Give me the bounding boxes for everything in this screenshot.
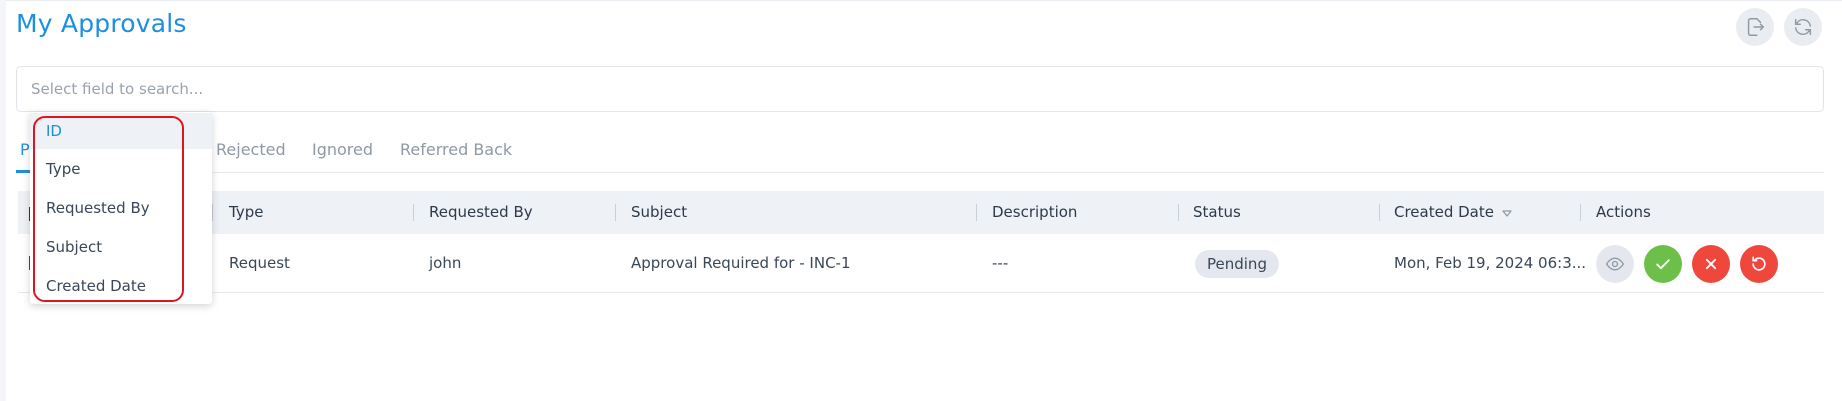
search-field-dropdown: ID Type Requested By Subject Created Dat…: [30, 112, 212, 304]
column-separator: [1379, 204, 1380, 221]
column-separator: [1178, 204, 1179, 221]
dropdown-option-subject[interactable]: Subject: [30, 229, 212, 265]
search-input[interactable]: [16, 66, 1824, 112]
dropdown-option-requested-by[interactable]: Requested By: [30, 190, 212, 226]
export-button[interactable]: [1736, 8, 1774, 46]
undo-icon: [1752, 256, 1766, 271]
top-border: [0, 0, 1842, 1]
close-icon: [1705, 258, 1717, 270]
table-row[interactable]: Request john Approval Required for - INC…: [18, 234, 1824, 293]
export-icon: [1747, 18, 1764, 36]
check-icon: [1656, 259, 1670, 270]
column-separator: [413, 204, 414, 221]
eye-icon: [1605, 257, 1625, 271]
refresh-button[interactable]: [1784, 8, 1822, 46]
view-button[interactable]: [1596, 245, 1634, 283]
column-header-description[interactable]: Description: [992, 191, 1077, 234]
column-separator: [976, 204, 977, 221]
approve-button[interactable]: [1644, 245, 1682, 283]
dropdown-option-id[interactable]: ID: [30, 113, 212, 149]
status-tabs: P Rejected Ignored Referred Back: [16, 140, 1824, 173]
refer-back-button[interactable]: [1740, 245, 1778, 283]
column-header-created-date-label: Created Date: [1394, 203, 1494, 221]
sort-desc-icon: [1502, 209, 1512, 217]
reject-button[interactable]: [1692, 245, 1730, 283]
status-badge: Pending: [1195, 250, 1279, 278]
column-header-status[interactable]: Status: [1193, 191, 1241, 234]
tab-ignored[interactable]: Ignored: [312, 140, 373, 159]
left-gutter: [0, 0, 6, 401]
dropdown-option-type[interactable]: Type: [30, 151, 212, 187]
tab-rejected[interactable]: Rejected: [216, 140, 286, 159]
cell-type: Request: [229, 254, 290, 272]
tab-referred-back[interactable]: Referred Back: [400, 140, 512, 159]
refresh-icon: [1794, 18, 1812, 36]
dropdown-option-created-date[interactable]: Created Date: [30, 268, 212, 304]
column-header-type[interactable]: Type: [229, 191, 263, 234]
cell-requested-by: john: [429, 254, 462, 272]
tab-pending[interactable]: P: [20, 140, 30, 159]
column-separator: [1580, 204, 1581, 221]
column-header-created-date[interactable]: Created Date: [1394, 191, 1512, 234]
column-header-subject[interactable]: Subject: [631, 191, 687, 234]
page-title: My Approvals: [16, 9, 187, 38]
cell-description: ---: [992, 254, 1009, 272]
table-header: Type Requested By Subject Description St…: [18, 191, 1824, 234]
column-header-requested-by[interactable]: Requested By: [429, 191, 533, 234]
cell-created-date: Mon, Feb 19, 2024 06:3...: [1394, 254, 1587, 272]
cell-subject[interactable]: Approval Required for - INC-1: [631, 234, 851, 292]
column-header-actions: Actions: [1596, 203, 1651, 221]
column-separator: [615, 204, 616, 221]
column-separator: [212, 204, 213, 221]
